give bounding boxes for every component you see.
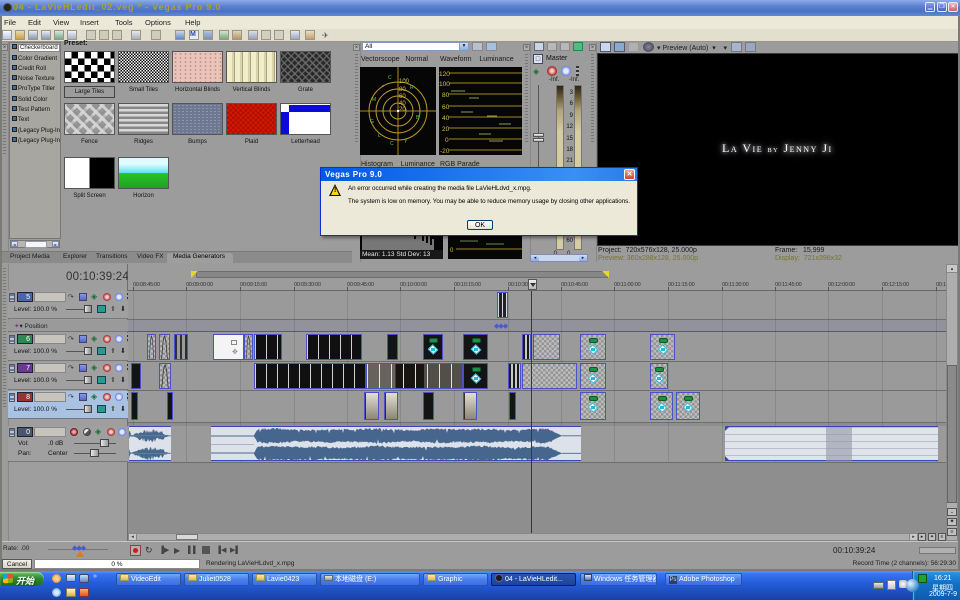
svg-text:120: 120	[439, 71, 450, 78]
svg-text:C: C	[388, 75, 392, 81]
svg-text:80: 80	[399, 87, 406, 93]
svg-text:100: 100	[439, 81, 450, 88]
svg-text:⌐: ⌐	[382, 83, 385, 89]
svg-text:60: 60	[442, 104, 450, 111]
svg-text:0: 0	[445, 137, 449, 144]
svg-text:-20: -20	[440, 148, 450, 155]
svg-text:G: G	[370, 119, 374, 125]
svg-text:R: R	[410, 85, 414, 91]
svg-text:M: M	[372, 97, 376, 103]
svg-text:100: 100	[399, 79, 410, 85]
svg-text:60: 60	[399, 94, 406, 100]
svg-text:L: L	[378, 133, 381, 139]
svg-text:80: 80	[442, 92, 450, 99]
svg-text:C: C	[390, 141, 394, 147]
svg-text:20: 20	[442, 126, 450, 133]
svg-text:40: 40	[442, 115, 450, 122]
svg-text:20: 20	[399, 107, 406, 113]
